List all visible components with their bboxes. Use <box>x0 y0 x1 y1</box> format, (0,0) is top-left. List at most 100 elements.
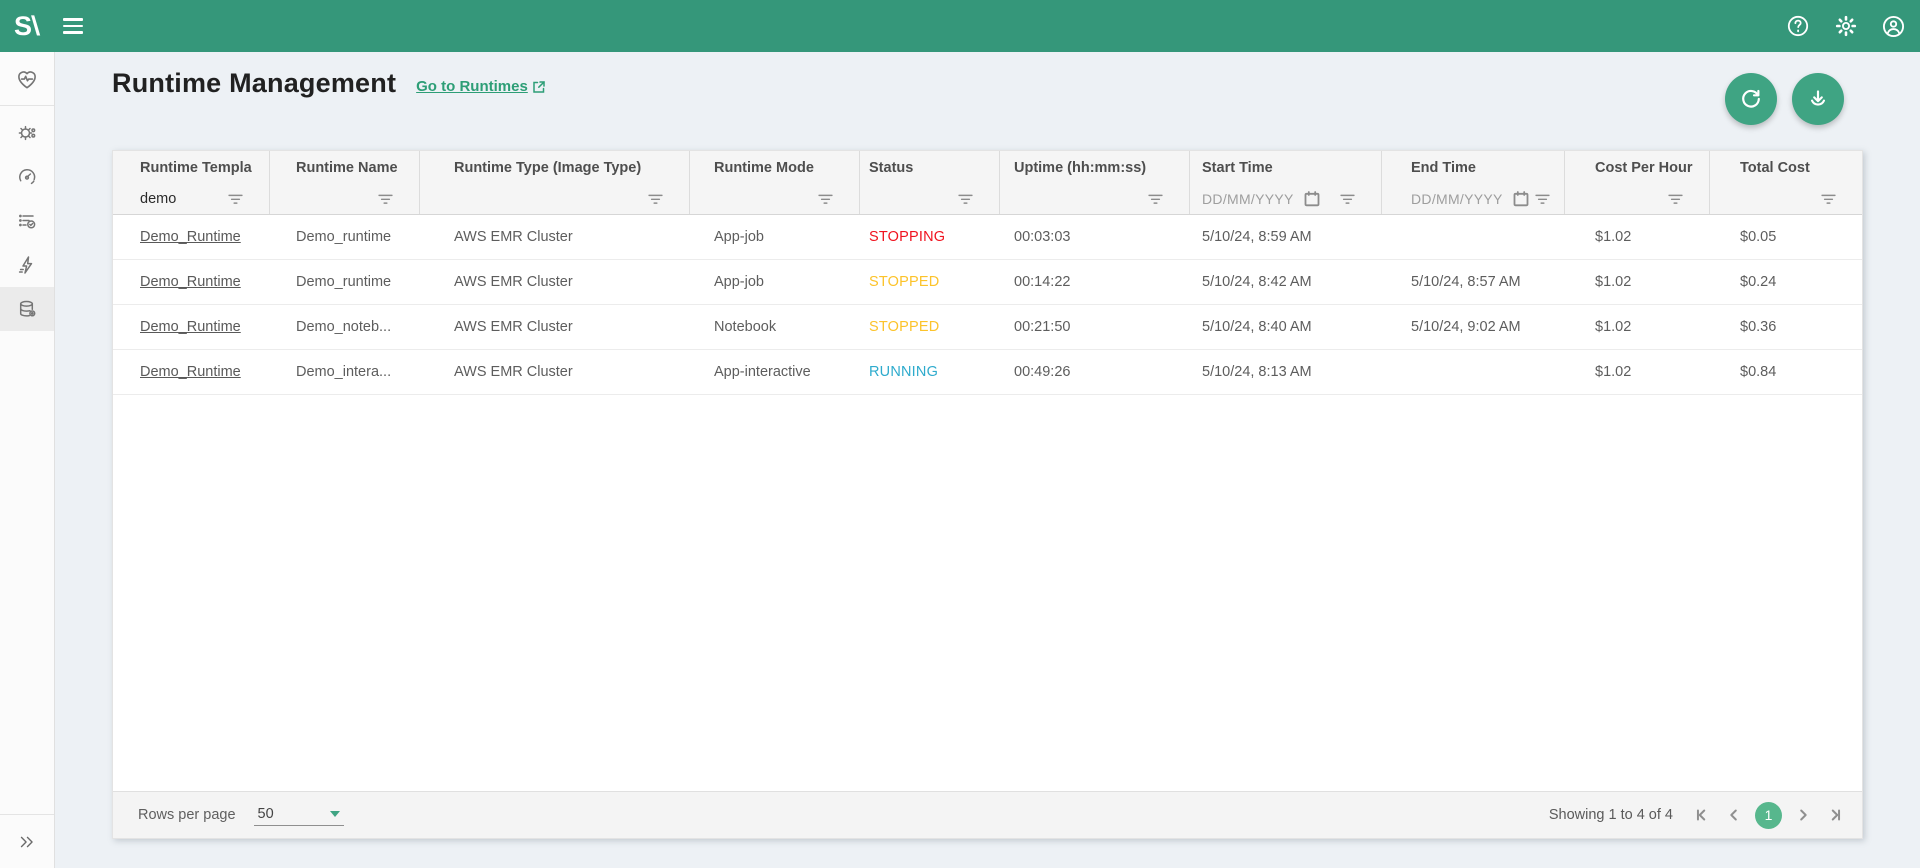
external-link-icon <box>532 80 546 94</box>
status-badge: RUNNING <box>860 350 1000 394</box>
status-badge: STOPPING <box>860 215 1000 259</box>
next-page-button[interactable] <box>1792 804 1814 826</box>
column-header-total-cost: Total Cost <box>1710 151 1862 184</box>
uptime-cell: 00:14:22 <box>1000 260 1190 304</box>
runtime-type-cell: AWS EMR Cluster <box>420 350 690 394</box>
column-header-start-time: Start Time <box>1190 151 1382 184</box>
total-cost-cell: $0.84 <box>1710 350 1862 394</box>
sidebar-item-performance[interactable] <box>0 155 54 199</box>
filter-icon[interactable] <box>228 194 243 205</box>
runtime-table: Runtime Templa Runtime Name Runtime Type… <box>112 150 1863 839</box>
gauge-icon <box>15 165 39 189</box>
sidebar-expand-button[interactable] <box>0 814 54 868</box>
runtime-template-link[interactable]: Demo_Runtime <box>113 260 270 304</box>
runtime-mode-cell: App-job <box>690 260 860 304</box>
column-header-runtime-mode: Runtime Mode <box>690 151 860 184</box>
left-sidebar <box>0 52 55 868</box>
runtime-type-cell: AWS EMR Cluster <box>420 260 690 304</box>
sidebar-item-health[interactable] <box>14 66 40 92</box>
table-empty-area <box>113 395 1862 791</box>
current-page-button[interactable]: 1 <box>1755 802 1782 829</box>
sidebar-item-tasks[interactable] <box>0 199 54 243</box>
uptime-cell: 00:03:03 <box>1000 215 1190 259</box>
checklist-icon <box>15 209 39 233</box>
total-cost-cell: $0.36 <box>1710 305 1862 349</box>
sidebar-item-jobs[interactable] <box>0 243 54 287</box>
help-icon[interactable] <box>1785 14 1810 39</box>
table-header-row: Runtime Templa Runtime Name Runtime Type… <box>113 151 1862 184</box>
calendar-icon[interactable] <box>1513 191 1529 207</box>
end-time-cell: 5/10/24, 8:57 AM <box>1382 260 1565 304</box>
runtime-mode-cell: App-job <box>690 215 860 259</box>
filter-icon[interactable] <box>958 194 973 205</box>
runtime-type-cell: AWS EMR Cluster <box>420 305 690 349</box>
status-badge: STOPPED <box>860 260 1000 304</box>
filter-icon[interactable] <box>1148 194 1163 205</box>
heart-pulse-icon <box>14 66 40 92</box>
filter-icon[interactable] <box>1668 194 1683 205</box>
table-row: Demo_Runtime Demo_intera... AWS EMR Clus… <box>113 350 1862 395</box>
cost-per-hour-cell: $1.02 <box>1565 305 1710 349</box>
table-footer: Rows per page 50 Showing 1 to 4 of 4 1 <box>113 791 1862 838</box>
settings-gear-icon[interactable] <box>1833 14 1858 39</box>
logo-mark: \ <box>30 11 40 42</box>
previous-page-button[interactable] <box>1723 804 1745 826</box>
runtime-mode-cell: Notebook <box>690 305 860 349</box>
rows-per-page-label: Rows per page <box>138 807 236 823</box>
table-row: Demo_Runtime Demo_runtime AWS EMR Cluste… <box>113 260 1862 305</box>
database-gear-icon <box>15 297 39 321</box>
sidebar-item-integrations[interactable] <box>0 111 54 155</box>
page-title: Runtime Management <box>112 68 396 99</box>
filter-icon[interactable] <box>1821 194 1836 205</box>
end-time-cell: 5/10/24, 9:02 AM <box>1382 305 1565 349</box>
column-header-uptime: Uptime (hh:mm:ss) <box>1000 151 1190 184</box>
end-time-cell <box>1382 215 1565 259</box>
total-cost-cell: $0.05 <box>1710 215 1862 259</box>
menu-hamburger-icon[interactable] <box>63 16 87 36</box>
rows-per-page-select[interactable]: 50 <box>254 804 344 826</box>
runtime-name-cell: Demo_runtime <box>270 215 420 259</box>
filter-icon[interactable] <box>378 194 393 205</box>
dropdown-caret-icon <box>330 811 340 817</box>
runtime-template-link[interactable]: Demo_Runtime <box>113 305 270 349</box>
runtime-template-link[interactable]: Demo_Runtime <box>113 215 270 259</box>
download-button[interactable] <box>1792 73 1844 125</box>
runtime-template-link[interactable]: Demo_Runtime <box>113 350 270 394</box>
filter-icon[interactable] <box>818 194 833 205</box>
sidebar-item-runtime-management[interactable] <box>0 287 54 331</box>
pagination-summary: Showing 1 to 4 of 4 <box>1549 807 1673 823</box>
calendar-icon[interactable] <box>1304 191 1320 207</box>
runtime-template-filter-input[interactable] <box>140 191 210 207</box>
uptime-cell: 00:21:50 <box>1000 305 1190 349</box>
gear-plug-icon <box>15 121 39 145</box>
table-filter-row: DD/MM/YYYY DD/MM/YYYY <box>113 184 1862 215</box>
filter-icon[interactable] <box>1340 194 1355 205</box>
end-time-cell <box>1382 350 1565 394</box>
status-badge: STOPPED <box>860 305 1000 349</box>
total-cost-cell: $0.24 <box>1710 260 1862 304</box>
first-page-button[interactable] <box>1691 804 1713 826</box>
end-time-date-filter[interactable]: DD/MM/YYYY <box>1411 191 1503 207</box>
table-row: Demo_Runtime Demo_noteb... AWS EMR Clust… <box>113 305 1862 350</box>
cost-per-hour-cell: $1.02 <box>1565 260 1710 304</box>
runtime-name-cell: Demo_runtime <box>270 260 420 304</box>
uptime-cell: 00:49:26 <box>1000 350 1190 394</box>
runtime-mode-cell: App-interactive <box>690 350 860 394</box>
start-time-cell: 5/10/24, 8:13 AM <box>1190 350 1382 394</box>
refresh-button[interactable] <box>1725 73 1777 125</box>
runtime-type-cell: AWS EMR Cluster <box>420 215 690 259</box>
double-chevron-right-icon <box>16 831 38 853</box>
column-header-status: Status <box>860 151 1000 184</box>
last-page-button[interactable] <box>1824 804 1846 826</box>
column-header-runtime-name: Runtime Name <box>270 151 420 184</box>
account-icon[interactable] <box>1881 14 1906 39</box>
filter-icon[interactable] <box>648 194 663 205</box>
runtime-name-cell: Demo_intera... <box>270 350 420 394</box>
filter-icon[interactable] <box>1535 194 1550 205</box>
app-logo: S\ <box>14 11 39 42</box>
cost-per-hour-cell: $1.02 <box>1565 350 1710 394</box>
start-time-date-filter[interactable]: DD/MM/YYYY <box>1202 191 1294 207</box>
cost-per-hour-cell: $1.02 <box>1565 215 1710 259</box>
top-app-bar: S\ <box>0 0 1920 52</box>
go-to-runtimes-link[interactable]: Go to Runtimes <box>416 78 546 95</box>
